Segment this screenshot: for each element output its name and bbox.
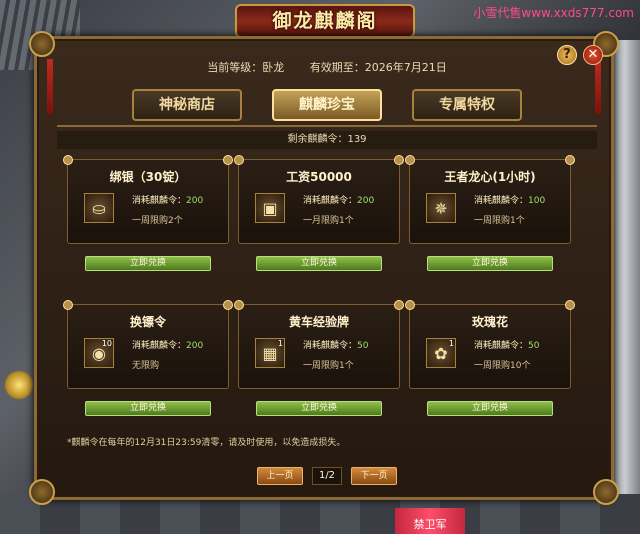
shop-item-card: 黄车经验牌 ▦ 1 消耗麒麟令：50 一周限购1个 [234, 300, 404, 389]
exp-card-icon[interactable]: ▦ 1 [255, 338, 285, 368]
item-cost: 消耗麒麟令：50 [474, 338, 539, 351]
cost-label: 消耗麒麟令： [474, 196, 529, 206]
item-glyph: ▦ [262, 343, 278, 363]
item-glyph: ✵ [434, 198, 448, 218]
current-level-text: 当前等级：卧龙 [207, 61, 285, 74]
background-npc-banner: 禁卫军 [395, 508, 465, 534]
cost-value: 50 [528, 341, 540, 351]
card-ornament [405, 300, 415, 310]
card-ornament [405, 155, 415, 165]
item-cost: 消耗麒麟令：100 [474, 193, 545, 206]
purchase-limit: 一月限购1个 [303, 216, 354, 226]
card-ornament [394, 300, 404, 310]
card-ornament [63, 155, 73, 165]
item-glyph: ✿ [434, 343, 448, 363]
card-ornament [234, 300, 244, 310]
cost-value: 200 [357, 196, 375, 206]
close-button[interactable]: ✕ [583, 45, 603, 65]
prev-page-button[interactable]: 上一页 [257, 467, 303, 485]
shop-item-card: 换镖令 ◉ 10 消耗麒麟令：200 无限购 [63, 300, 233, 389]
tab-bar: 神秘商店 麒麟珍宝 专属特权 [132, 89, 522, 123]
tassel-right [595, 59, 601, 114]
silver-ingot-icon[interactable]: ⛀ [84, 193, 114, 223]
cost-label: 消耗麒麟令： [303, 196, 358, 206]
card-ornament [565, 155, 575, 165]
item-cost: 消耗麒麟令：200 [132, 338, 203, 351]
tab-mystery-shop[interactable]: 神秘商店 [132, 89, 242, 121]
item-count-badge: 1 [448, 339, 454, 348]
item-name: 玫瑰花 [471, 315, 508, 329]
item-count-badge: 1 [277, 339, 283, 348]
card-ornament [223, 155, 233, 165]
cost-value: 200 [186, 341, 204, 351]
redeem-button[interactable]: 立即兑换 [85, 256, 211, 271]
background-pillar [610, 40, 640, 534]
item-name: 换镖令 [129, 315, 166, 329]
pagination: 上一页 1/2 下一页 [257, 467, 397, 485]
item-name: 王者龙心(1小时) [444, 170, 536, 184]
player-info-bar: 当前等级：卧龙 有效期至：2026年7月21日 [77, 57, 577, 79]
cost-value: 100 [528, 196, 546, 206]
rose-icon[interactable]: ✿ 1 [426, 338, 456, 368]
shop-item-card: 工资50000 ▣ 消耗麒麟令：200 一月限购1个 [234, 155, 404, 244]
item-cost: 消耗麒麟令：50 [303, 338, 368, 351]
reset-notice: *麒麟令在每年的12月31日23:59清零，请及时使用，以免造成损失。 [67, 438, 346, 448]
card-ornament [234, 155, 244, 165]
redeem-button[interactable]: 立即兑换 [256, 256, 382, 271]
tab-divider [57, 125, 597, 127]
expiry-date-text: 有效期至：2026年7月21日 [309, 61, 447, 74]
item-cost: 消耗麒麟令：200 [303, 193, 374, 206]
cost-label: 消耗麒麟令： [303, 341, 358, 351]
redeem-button[interactable]: 立即兑换 [85, 401, 211, 416]
shop-item-card: 玫瑰花 ✿ 1 消耗麒麟令：50 一周限购10个 [405, 300, 575, 389]
card-ornament [394, 155, 404, 165]
tab-qilin-treasures[interactable]: 麒麟珍宝 [272, 89, 382, 121]
purchase-limit: 一周限购1个 [474, 216, 525, 226]
purchase-limit: 一周限购1个 [303, 361, 354, 371]
escort-token-icon[interactable]: ◉ 10 [84, 338, 114, 368]
shop-item-card: 王者龙心(1小时) ✵ 消耗麒麟令：100 一周限购1个 [405, 155, 575, 244]
tassel-left [47, 59, 53, 114]
tab-exclusive-privileges[interactable]: 专属特权 [412, 89, 522, 121]
cost-label: 消耗麒麟令： [132, 196, 187, 206]
item-name: 工资50000 [286, 170, 352, 184]
gold-chest-icon[interactable]: ▣ [255, 193, 285, 223]
background-lantern [4, 370, 34, 400]
npc-label: 禁卫军 [413, 518, 447, 531]
corner-ornament [29, 479, 55, 505]
card-ornament [565, 300, 575, 310]
card-ornament [63, 300, 73, 310]
corner-ornament [29, 31, 55, 57]
redeem-button[interactable]: 立即兑换 [427, 256, 553, 271]
shop-window: ? ✕ 当前等级：卧龙 有效期至：2026年7月21日 神秘商店 麒麟珍宝 专属… [29, 31, 619, 505]
remaining-tokens-text: 剩余麒麟令：139 [57, 131, 597, 149]
window-banner-title: 御龙麒麟阁 [235, 4, 415, 38]
item-count-badge: 10 [101, 339, 112, 348]
next-page-button[interactable]: 下一页 [351, 467, 397, 485]
item-grid: 绑银（30锭） ⛀ 消耗麒麟令：200 一周限购2个 立即兑换 工资50000 ▣ 消耗麒麟令… [63, 155, 587, 429]
item-name: 黄车经验牌 [288, 315, 349, 329]
item-glyph: ⛀ [92, 198, 106, 218]
purchase-limit: 一周限购10个 [474, 361, 531, 371]
cost-label: 消耗麒麟令： [474, 341, 529, 351]
purchase-limit: 一周限购2个 [132, 216, 183, 226]
page-indicator: 1/2 [312, 467, 342, 485]
background-floor [0, 494, 640, 534]
redeem-button[interactable]: 立即兑换 [256, 401, 382, 416]
purchase-limit: 无限购 [132, 361, 160, 371]
corner-ornament [593, 479, 619, 505]
shop-item-card: 绑银（30锭） ⛀ 消耗麒麟令：200 一周限购2个 [63, 155, 233, 244]
item-name: 绑银（30锭） [109, 170, 187, 184]
cost-label: 消耗麒麟令： [132, 341, 187, 351]
card-ornament [223, 300, 233, 310]
cost-value: 50 [357, 341, 369, 351]
watermark-text: 小雪代售www.xxds777.com [473, 6, 634, 20]
item-glyph: ▣ [262, 198, 278, 218]
redeem-button[interactable]: 立即兑换 [427, 401, 553, 416]
cost-value: 200 [186, 196, 204, 206]
item-cost: 消耗麒麟令：200 [132, 193, 203, 206]
dragon-heart-icon[interactable]: ✵ [426, 193, 456, 223]
